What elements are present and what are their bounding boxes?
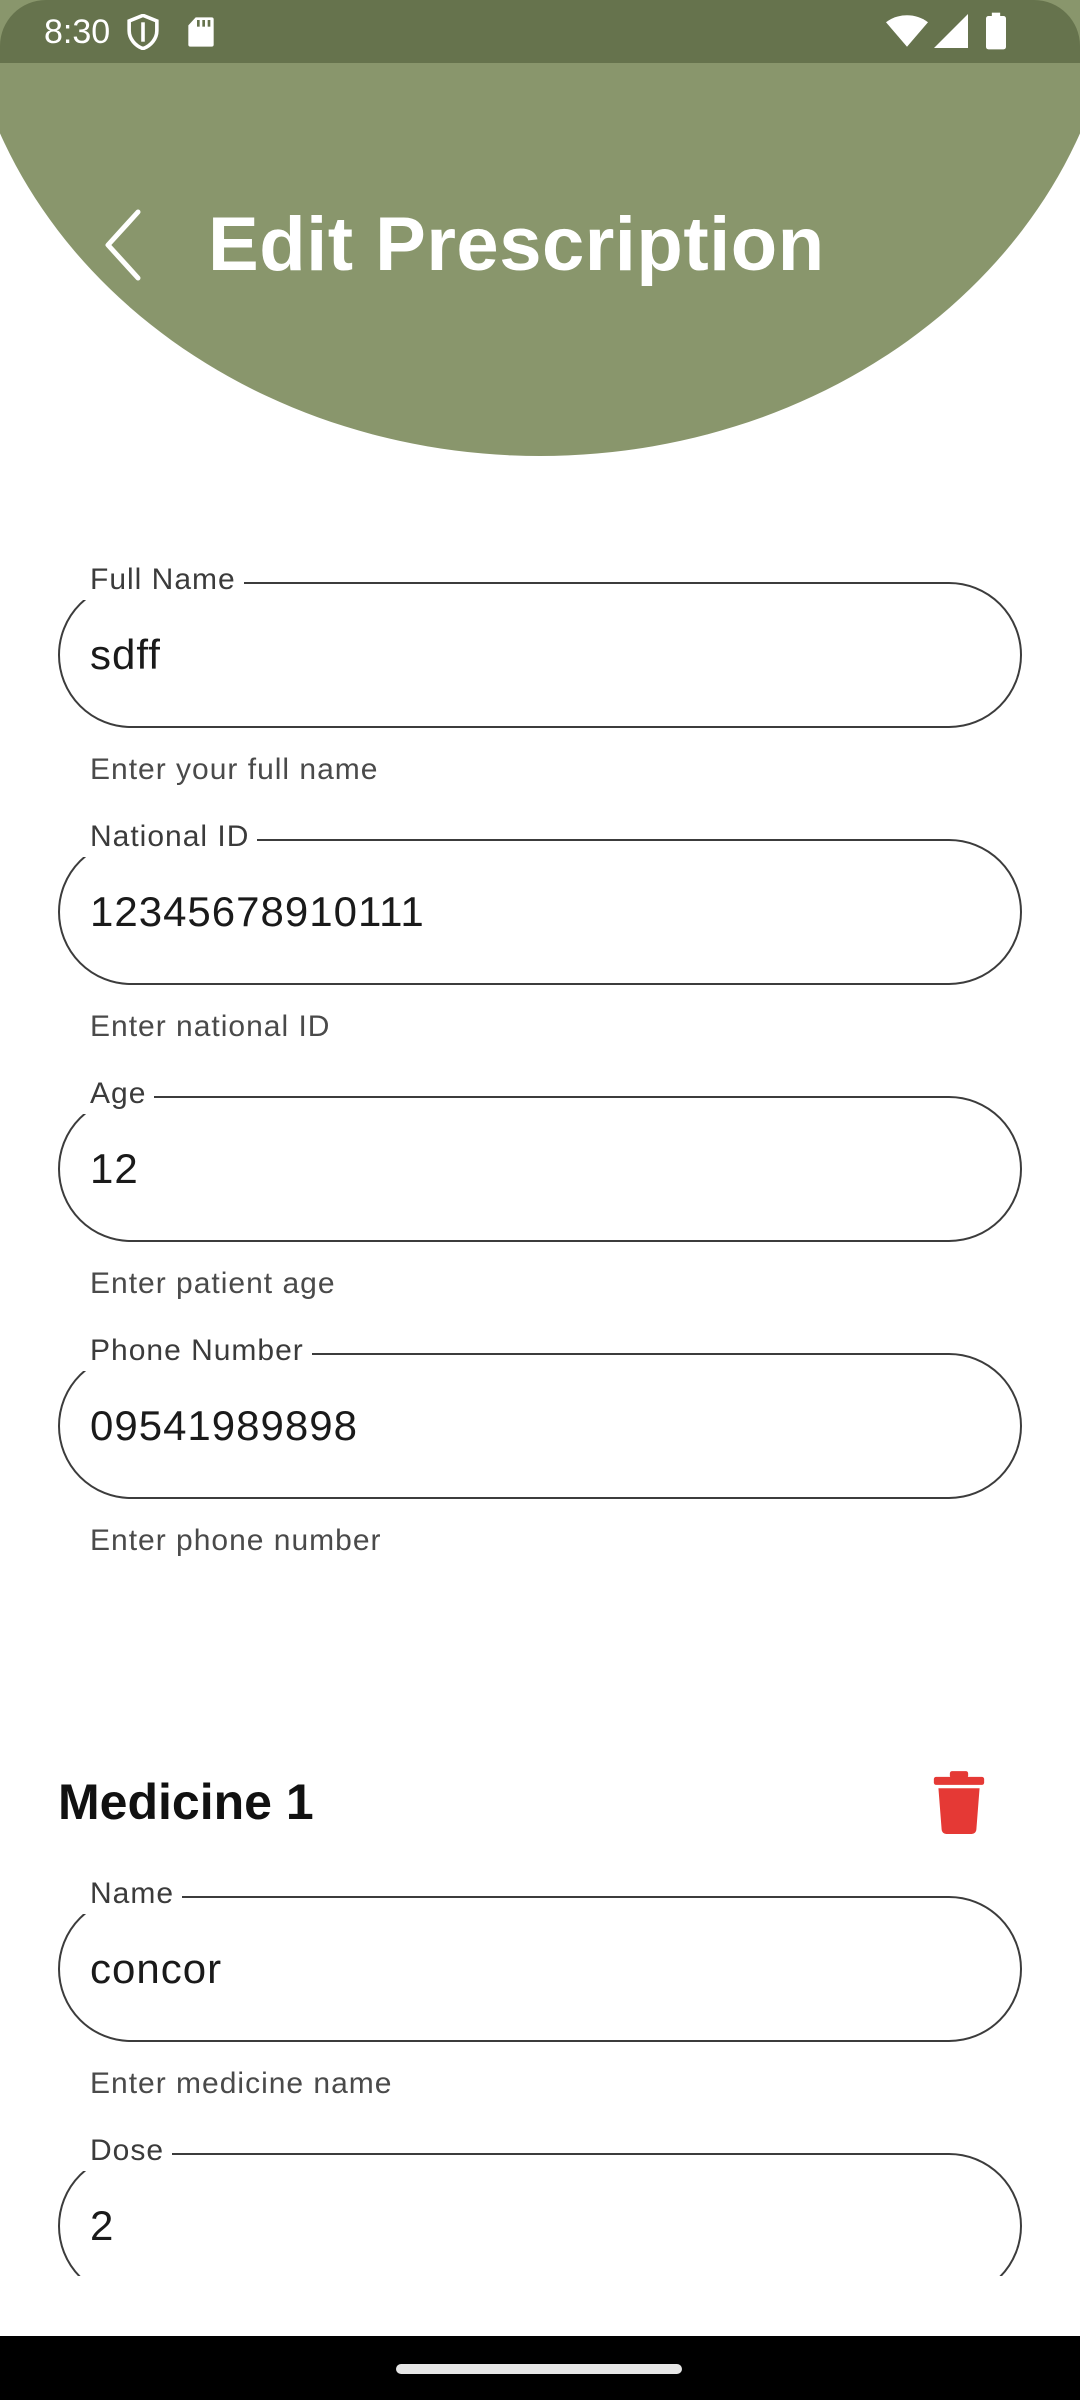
age-input[interactable]: 12: [90, 1142, 970, 1196]
signal-icon: [934, 14, 968, 48]
age-label: Age: [82, 1074, 155, 1114]
status-time: 8:30: [44, 13, 111, 51]
dose-input[interactable]: 2: [90, 2199, 970, 2253]
national-id-input[interactable]: 12345678910111: [90, 885, 970, 939]
status-bar: 8:30: [0, 0, 1080, 63]
dose-label: Dose: [82, 2131, 173, 2171]
full-name-input[interactable]: sdff: [90, 628, 970, 682]
medicine-name-input[interactable]: concor: [90, 1942, 970, 1996]
full-name-label: Full Name: [82, 560, 244, 600]
page-title: Edit Prescription: [208, 202, 825, 287]
chevron-left-icon[interactable]: [88, 200, 158, 290]
wifi-icon: [886, 15, 928, 47]
national-id-helper: Enter national ID: [90, 1010, 331, 1043]
medicine-name-label: Name: [82, 1874, 183, 1914]
age-helper: Enter patient age: [90, 1267, 336, 1300]
medicine-section-title: Medicine 1: [58, 1774, 314, 1830]
national-id-label: National ID: [82, 817, 258, 857]
screen: 8:30 Edit Prescription Full Name sdff En…: [0, 0, 1080, 2400]
phone-number-input[interactable]: 09541989898: [90, 1399, 970, 1453]
sd-card-icon: [188, 17, 214, 47]
home-gesture-handle[interactable]: [396, 2364, 682, 2374]
full-name-helper: Enter your full name: [90, 753, 379, 786]
shield-icon: [127, 14, 159, 50]
battery-icon: [986, 12, 1006, 50]
phone-number-helper: Enter phone number: [90, 1524, 382, 1557]
phone-number-label: Phone Number: [82, 1331, 312, 1371]
medicine-name-helper: Enter medicine name: [90, 2067, 393, 2100]
trash-icon[interactable]: [930, 1770, 988, 1834]
content-bottom-edge: [0, 2276, 1080, 2336]
